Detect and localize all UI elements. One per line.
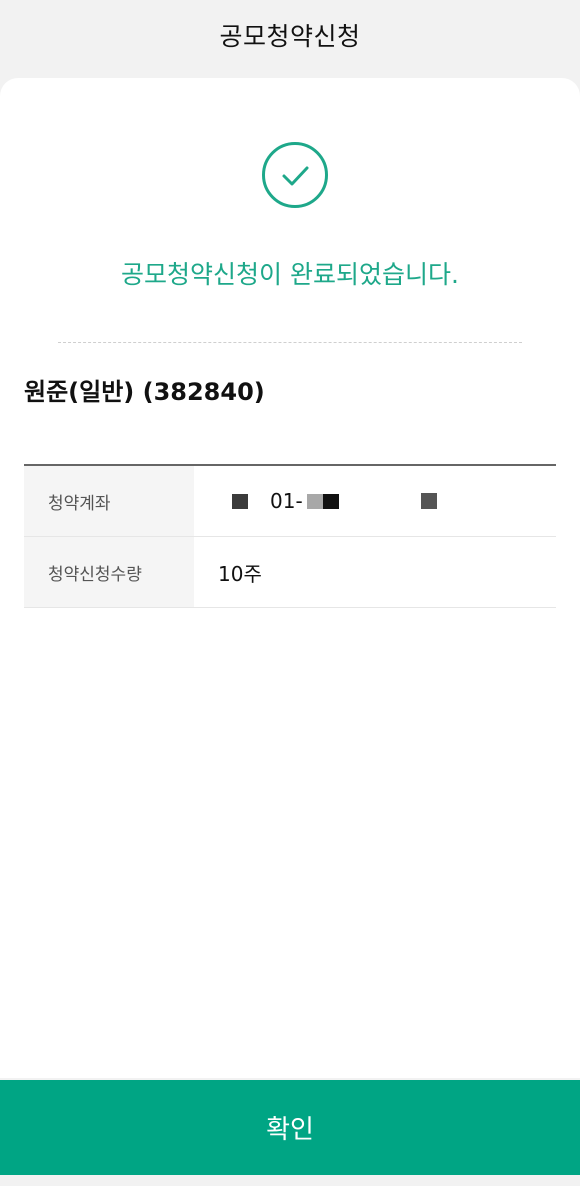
confirm-button[interactable]: 확인	[0, 1080, 580, 1175]
confirm-label: 확인	[266, 1114, 314, 1144]
masked-block	[232, 493, 248, 509]
dashed-divider	[58, 342, 522, 343]
account-number: 01-	[270, 489, 303, 513]
masked-block	[322, 493, 339, 509]
masked-block	[420, 493, 437, 509]
masked-block	[306, 493, 323, 509]
quantity-label: 청약신청수량	[24, 537, 194, 607]
check-circle-icon	[262, 142, 328, 208]
app-header: 공모청약신청	[0, 0, 580, 70]
table-row-quantity: 청약신청수량 10주	[24, 537, 556, 608]
result-card: 공모청약신청이 완료되었습니다. 원준(일반) (382840) 청약계좌 01…	[0, 78, 580, 1078]
subscription-info-table: 청약계좌 01- 청약신청수량 10주	[24, 464, 556, 608]
quantity-value: 10주	[218, 561, 262, 586]
table-row-account: 청약계좌 01-	[24, 466, 556, 537]
account-label: 청약계좌	[24, 466, 194, 536]
page-title: 공모청약신청	[219, 22, 361, 51]
bottom-strip	[0, 1175, 580, 1186]
completion-message: 공모청약신청이 완료되었습니다.	[121, 260, 459, 289]
stock-name: 원준(일반) (382840)	[24, 378, 265, 406]
account-value: 01-	[194, 466, 556, 536]
